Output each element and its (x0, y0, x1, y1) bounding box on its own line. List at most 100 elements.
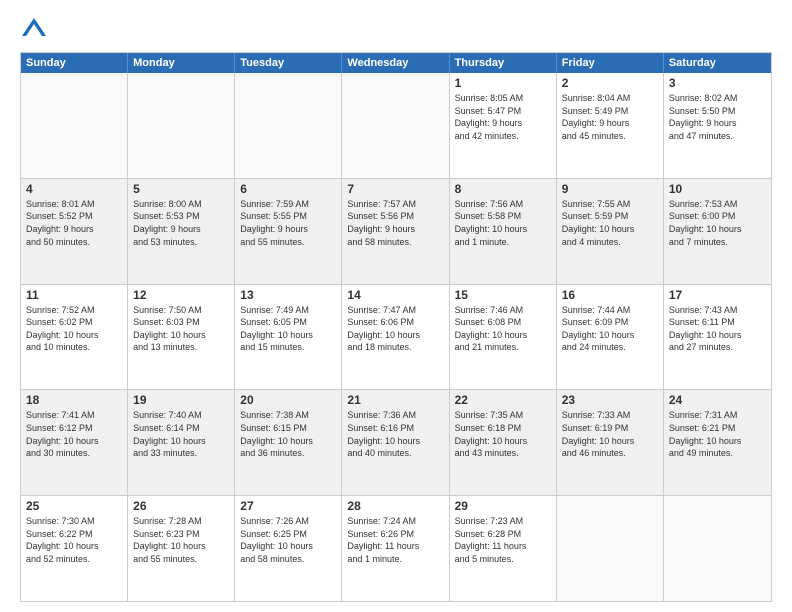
calendar-row: 11Sunrise: 7:52 AM Sunset: 6:02 PM Dayli… (21, 285, 771, 391)
day-number: 17 (669, 288, 766, 302)
day-info: Sunrise: 8:04 AM Sunset: 5:49 PM Dayligh… (562, 92, 658, 142)
calendar-cell: 24 Sunrise: 7:31 AM Sunset: 6:21 PM Dayli… (664, 390, 771, 495)
weekday-header: Tuesday (235, 53, 342, 73)
day-info: Sunrise: 7:47 AM Sunset: 6:06 PM Dayligh… (347, 304, 443, 354)
day-number: 25 (26, 499, 122, 513)
day-info: Sunrise: 7:35 AM Sunset: 6:18 PM Dayligh… (455, 409, 551, 459)
day-number: 23 (562, 393, 658, 407)
day-info: Sunrise: 7:33 AM Sunset: 6:19 PM Dayligh… (562, 409, 658, 459)
day-info: Sunrise: 8:01 AM Sunset: 5:52 PM Dayligh… (26, 198, 122, 248)
day-number: 21 (347, 393, 443, 407)
day-info: Sunrise: 7:31 AM Sunset: 6:21 PM Dayligh… (669, 409, 766, 459)
calendar-cell (664, 496, 771, 601)
day-info: Sunrise: 7:41 AM Sunset: 6:12 PM Dayligh… (26, 409, 122, 459)
weekday-header: Monday (128, 53, 235, 73)
calendar-cell: 5 Sunrise: 8:00 AM Sunset: 5:53 PM Daylig… (128, 179, 235, 284)
calendar-cell: 9 Sunrise: 7:55 AM Sunset: 5:59 PM Daylig… (557, 179, 664, 284)
calendar-cell: 17 Sunrise: 7:43 AM Sunset: 6:11 PM Dayli… (664, 285, 771, 390)
day-info: Sunrise: 7:23 AM Sunset: 6:28 PM Dayligh… (455, 515, 551, 565)
weekday-header: Sunday (21, 53, 128, 73)
day-number: 14 (347, 288, 443, 302)
calendar-cell: 1Sunrise: 8:05 AM Sunset: 5:47 PM Daylig… (450, 73, 557, 178)
calendar-row: 4Sunrise: 8:01 AM Sunset: 5:52 PM Daylig… (21, 179, 771, 285)
day-number: 26 (133, 499, 229, 513)
calendar-cell: 2 Sunrise: 8:04 AM Sunset: 5:49 PM Daylig… (557, 73, 664, 178)
calendar-cell: 20 Sunrise: 7:38 AM Sunset: 6:15 PM Dayli… (235, 390, 342, 495)
day-info: Sunrise: 7:53 AM Sunset: 6:00 PM Dayligh… (669, 198, 766, 248)
day-info: Sunrise: 7:50 AM Sunset: 6:03 PM Dayligh… (133, 304, 229, 354)
day-info: Sunrise: 7:55 AM Sunset: 5:59 PM Dayligh… (562, 198, 658, 248)
day-info: Sunrise: 7:24 AM Sunset: 6:26 PM Dayligh… (347, 515, 443, 565)
calendar-cell: 27 Sunrise: 7:26 AM Sunset: 6:25 PM Dayli… (235, 496, 342, 601)
day-number: 10 (669, 182, 766, 196)
day-number: 15 (455, 288, 551, 302)
calendar-cell (557, 496, 664, 601)
day-number: 2 (562, 76, 658, 90)
day-info: Sunrise: 7:59 AM Sunset: 5:55 PM Dayligh… (240, 198, 336, 248)
day-info: Sunrise: 7:49 AM Sunset: 6:05 PM Dayligh… (240, 304, 336, 354)
calendar-cell: 19Sunrise: 7:40 AM Sunset: 6:14 PM Dayli… (128, 390, 235, 495)
day-info: Sunrise: 7:26 AM Sunset: 6:25 PM Dayligh… (240, 515, 336, 565)
calendar-cell (128, 73, 235, 178)
calendar-cell: 4Sunrise: 8:01 AM Sunset: 5:52 PM Daylig… (21, 179, 128, 284)
day-number: 16 (562, 288, 658, 302)
day-info: Sunrise: 7:52 AM Sunset: 6:02 PM Dayligh… (26, 304, 122, 354)
day-number: 29 (455, 499, 551, 513)
calendar-cell: 29 Sunrise: 7:23 AM Sunset: 6:28 PM Dayli… (450, 496, 557, 601)
day-info: Sunrise: 8:02 AM Sunset: 5:50 PM Dayligh… (669, 92, 766, 142)
day-number: 22 (455, 393, 551, 407)
calendar-row: 25 Sunrise: 7:30 AM Sunset: 6:22 PM Dayli… (21, 496, 771, 601)
calendar-cell: 6 Sunrise: 7:59 AM Sunset: 5:55 PM Daylig… (235, 179, 342, 284)
calendar-cell: 28 Sunrise: 7:24 AM Sunset: 6:26 PM Dayli… (342, 496, 449, 601)
weekday-header: Wednesday (342, 53, 449, 73)
day-number: 3 (669, 76, 766, 90)
page-header (20, 16, 772, 44)
day-number: 7 (347, 182, 443, 196)
day-number: 9 (562, 182, 658, 196)
day-number: 12 (133, 288, 229, 302)
calendar-cell: 11Sunrise: 7:52 AM Sunset: 6:02 PM Dayli… (21, 285, 128, 390)
day-number: 18 (26, 393, 122, 407)
calendar-cell: 16 Sunrise: 7:44 AM Sunset: 6:09 PM Dayli… (557, 285, 664, 390)
calendar-cell (21, 73, 128, 178)
day-info: Sunrise: 8:00 AM Sunset: 5:53 PM Dayligh… (133, 198, 229, 248)
day-info: Sunrise: 7:56 AM Sunset: 5:58 PM Dayligh… (455, 198, 551, 248)
calendar-cell: 15Sunrise: 7:46 AM Sunset: 6:08 PM Dayli… (450, 285, 557, 390)
calendar-cell (342, 73, 449, 178)
day-number: 24 (669, 393, 766, 407)
day-number: 8 (455, 182, 551, 196)
calendar-cell: 21 Sunrise: 7:36 AM Sunset: 6:16 PM Dayli… (342, 390, 449, 495)
day-info: Sunrise: 7:28 AM Sunset: 6:23 PM Dayligh… (133, 515, 229, 565)
day-number: 5 (133, 182, 229, 196)
day-info: Sunrise: 7:44 AM Sunset: 6:09 PM Dayligh… (562, 304, 658, 354)
logo-icon (20, 16, 48, 44)
weekday-header: Saturday (664, 53, 771, 73)
day-number: 6 (240, 182, 336, 196)
day-number: 28 (347, 499, 443, 513)
day-number: 20 (240, 393, 336, 407)
weekday-header: Thursday (450, 53, 557, 73)
logo (20, 16, 52, 44)
calendar-cell: 26 Sunrise: 7:28 AM Sunset: 6:23 PM Dayli… (128, 496, 235, 601)
calendar-cell (235, 73, 342, 178)
day-number: 27 (240, 499, 336, 513)
day-number: 13 (240, 288, 336, 302)
day-info: Sunrise: 7:43 AM Sunset: 6:11 PM Dayligh… (669, 304, 766, 354)
day-number: 19 (133, 393, 229, 407)
weekday-header: Friday (557, 53, 664, 73)
calendar-header: SundayMondayTuesdayWednesdayThursdayFrid… (21, 53, 771, 73)
calendar-cell: 12 Sunrise: 7:50 AM Sunset: 6:03 PM Dayli… (128, 285, 235, 390)
day-info: Sunrise: 7:57 AM Sunset: 5:56 PM Dayligh… (347, 198, 443, 248)
day-info: Sunrise: 7:36 AM Sunset: 6:16 PM Dayligh… (347, 409, 443, 459)
calendar-cell: 25 Sunrise: 7:30 AM Sunset: 6:22 PM Dayli… (21, 496, 128, 601)
calendar-cell: 3 Sunrise: 8:02 AM Sunset: 5:50 PM Daylig… (664, 73, 771, 178)
calendar-cell: 14 Sunrise: 7:47 AM Sunset: 6:06 PM Dayli… (342, 285, 449, 390)
day-number: 1 (455, 76, 551, 90)
day-info: Sunrise: 7:30 AM Sunset: 6:22 PM Dayligh… (26, 515, 122, 565)
calendar-cell: 10 Sunrise: 7:53 AM Sunset: 6:00 PM Dayli… (664, 179, 771, 284)
day-info: Sunrise: 7:38 AM Sunset: 6:15 PM Dayligh… (240, 409, 336, 459)
calendar-body: 1Sunrise: 8:05 AM Sunset: 5:47 PM Daylig… (21, 73, 771, 601)
calendar-cell: 7 Sunrise: 7:57 AM Sunset: 5:56 PM Daylig… (342, 179, 449, 284)
calendar-cell: 18 Sunrise: 7:41 AM Sunset: 6:12 PM Dayli… (21, 390, 128, 495)
calendar-cell: 22 Sunrise: 7:35 AM Sunset: 6:18 PM Dayli… (450, 390, 557, 495)
